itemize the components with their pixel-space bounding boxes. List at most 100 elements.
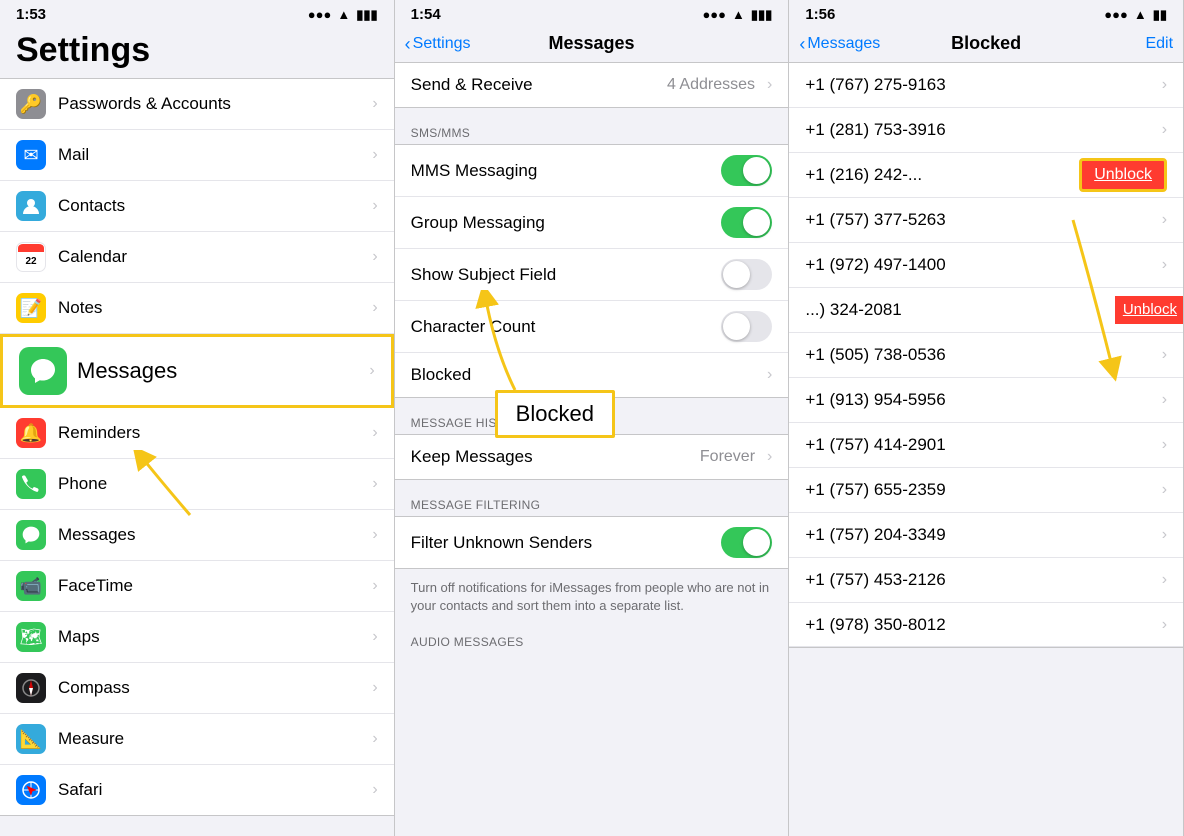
- contact-chevron-11: ›: [1162, 526, 1167, 544]
- filter-unknown-item[interactable]: Filter Unknown Senders: [395, 517, 789, 568]
- status-icons-3: ●●● ▲ ▮▮: [1104, 7, 1167, 23]
- blocked-contact-8[interactable]: +1 (913) 954-5956 ›: [789, 378, 1183, 423]
- mms-toggle[interactable]: [721, 155, 772, 186]
- blocked-contact-9[interactable]: +1 (757) 414-2901 ›: [789, 423, 1183, 468]
- contact-number-4: +1 (757) 377-5263: [805, 210, 1161, 230]
- settings-item-measure[interactable]: 📐 Measure ›: [0, 714, 394, 765]
- char-count-label: Character Count: [411, 317, 722, 337]
- settings-item-mail[interactable]: ✉ Mail ›: [0, 130, 394, 181]
- maps-chevron: ›: [372, 628, 377, 646]
- settings-item-messages[interactable]: Messages ›: [0, 334, 394, 408]
- settings-item-notes[interactable]: 📝 Notes ›: [0, 283, 394, 334]
- settings-item-safari[interactable]: Safari ›: [0, 765, 394, 815]
- char-count-item[interactable]: Character Count: [395, 301, 789, 353]
- back-to-messages[interactable]: ‹ Messages: [799, 35, 880, 53]
- reminders-chevron: ›: [372, 424, 377, 442]
- contact-number-7: +1 (505) 738-0536: [805, 345, 1161, 365]
- settings-item-contacts[interactable]: Contacts ›: [0, 181, 394, 232]
- settings-item-phone[interactable]: Phone ›: [0, 459, 394, 510]
- calendar-icon: 22: [16, 242, 46, 272]
- blocked-contact-5[interactable]: +1 (972) 497-1400 ›: [789, 243, 1183, 288]
- blocked-contact-7[interactable]: +1 (505) 738-0536 ›: [789, 333, 1183, 378]
- compass-label: Compass: [58, 678, 366, 698]
- status-time-2: 1:54: [411, 6, 441, 23]
- settings-item-reminders[interactable]: 🔔 Reminders ›: [0, 408, 394, 459]
- blocked-contact-1[interactable]: +1 (767) 275-9163 ›: [789, 63, 1183, 108]
- send-receive-value: 4 Addresses: [667, 76, 755, 94]
- messages-settings-panel: 1:54 ●●● ▲ ▮▮▮ ‹ Settings Messages Send …: [395, 0, 790, 836]
- blocked-contact-3[interactable]: +1 (216) 242-... › Unblock: [789, 153, 1183, 198]
- signal-icon: ●●●: [308, 7, 332, 22]
- contact-chevron-4: ›: [1162, 211, 1167, 229]
- status-time-3: 1:56: [805, 6, 835, 23]
- safari-chevron: ›: [372, 781, 377, 799]
- char-count-toggle[interactable]: [721, 311, 772, 342]
- status-time-1: 1:53: [16, 6, 46, 23]
- status-bar-2: 1:54 ●●● ▲ ▮▮▮: [395, 0, 789, 27]
- messages-chevron: ›: [369, 362, 374, 380]
- unblock-partial-box[interactable]: Unblock: [1115, 296, 1183, 324]
- compass-chevron: ›: [372, 679, 377, 697]
- messages-icon-large: [19, 347, 67, 395]
- contact-number-12: +1 (757) 453-2126: [805, 570, 1161, 590]
- keep-messages-chevron: ›: [767, 448, 772, 466]
- svg-text:22: 22: [25, 256, 37, 267]
- group-messaging-item[interactable]: Group Messaging: [395, 197, 789, 249]
- blocked-back-label: Messages: [807, 35, 880, 53]
- settings-item-maps[interactable]: 🗺 Maps ›: [0, 612, 394, 663]
- blocked-contact-2[interactable]: +1 (281) 753-3916 ›: [789, 108, 1183, 153]
- blocked-nav-bar: ‹ Messages Blocked Edit: [789, 27, 1183, 62]
- messages-nav-bar: ‹ Settings Messages: [395, 27, 789, 62]
- group-toggle[interactable]: [721, 207, 772, 238]
- facetime-chevron: ›: [372, 577, 377, 595]
- battery-icon-2: ▮▮▮: [751, 7, 772, 23]
- wifi-icon-3: ▲: [1134, 7, 1147, 22]
- messages-settings-list: Send & Receive 4 Addresses › SMS/MMS MMS…: [395, 62, 789, 836]
- back-to-settings[interactable]: ‹ Settings: [405, 35, 471, 53]
- blocked-contact-12[interactable]: +1 (757) 453-2126 ›: [789, 558, 1183, 603]
- settings-section: 🔑 Passwords & Accounts › ✉ Mail › Contac…: [0, 78, 394, 816]
- edit-button[interactable]: Edit: [1145, 35, 1173, 53]
- send-receive-item[interactable]: Send & Receive 4 Addresses ›: [395, 63, 789, 107]
- maps-label: Maps: [58, 627, 366, 647]
- messages-list-chevron: ›: [372, 526, 377, 544]
- battery-icon-3: ▮▮: [1153, 7, 1167, 23]
- msg-history-section: Keep Messages Forever ›: [395, 434, 789, 480]
- blocked-contact-4[interactable]: +1 (757) 377-5263 ›: [789, 198, 1183, 243]
- contact-number-6: ...) 324-2081: [805, 300, 1161, 320]
- keep-messages-item[interactable]: Keep Messages Forever ›: [395, 435, 789, 479]
- mms-messaging-item[interactable]: MMS Messaging: [395, 145, 789, 197]
- settings-item-calendar[interactable]: 22 Calendar ›: [0, 232, 394, 283]
- unblock-highlight-box[interactable]: Unblock: [1079, 158, 1167, 192]
- contact-number-5: +1 (972) 497-1400: [805, 255, 1161, 275]
- blocked-contact-6[interactable]: ...) 324-2081 › Unblock: [789, 288, 1183, 333]
- messages-list-icon: [16, 520, 46, 550]
- messages-label: Messages: [77, 358, 363, 384]
- phone-icon: [16, 469, 46, 499]
- subject-toggle[interactable]: [721, 259, 772, 290]
- settings-item-messages-2[interactable]: Messages ›: [0, 510, 394, 561]
- contact-number-9: +1 (757) 414-2901: [805, 435, 1161, 455]
- notes-icon: 📝: [16, 293, 46, 323]
- blocked-contacts-list: +1 (767) 275-9163 › +1 (281) 753-3916 › …: [789, 62, 1183, 836]
- contacts-icon: [16, 191, 46, 221]
- settings-item-compass[interactable]: Compass ›: [0, 663, 394, 714]
- messages-settings-title: Messages: [548, 33, 634, 54]
- contact-number-1: +1 (767) 275-9163: [805, 75, 1161, 95]
- blocked-back-chevron: ‹: [799, 35, 805, 53]
- mail-label: Mail: [58, 145, 366, 165]
- blocked-contact-11[interactable]: +1 (757) 204-3349 ›: [789, 513, 1183, 558]
- blocked-item[interactable]: Blocked ›: [395, 353, 789, 397]
- filter-toggle[interactable]: [721, 527, 772, 558]
- messages-list-label: Messages: [58, 525, 366, 545]
- passwords-label: Passwords & Accounts: [58, 94, 366, 114]
- contact-number-10: +1 (757) 655-2359: [805, 480, 1161, 500]
- blocked-contact-13[interactable]: +1 (978) 350-8012 ›: [789, 603, 1183, 647]
- msg-history-header: MESSAGE HISTORY: [395, 410, 789, 434]
- signal-icon-3: ●●●: [1104, 7, 1128, 22]
- safari-icon: [16, 775, 46, 805]
- blocked-contact-10[interactable]: +1 (757) 655-2359 ›: [789, 468, 1183, 513]
- settings-item-passwords[interactable]: 🔑 Passwords & Accounts ›: [0, 79, 394, 130]
- settings-item-facetime[interactable]: 📹 FaceTime ›: [0, 561, 394, 612]
- subject-field-item[interactable]: Show Subject Field: [395, 249, 789, 301]
